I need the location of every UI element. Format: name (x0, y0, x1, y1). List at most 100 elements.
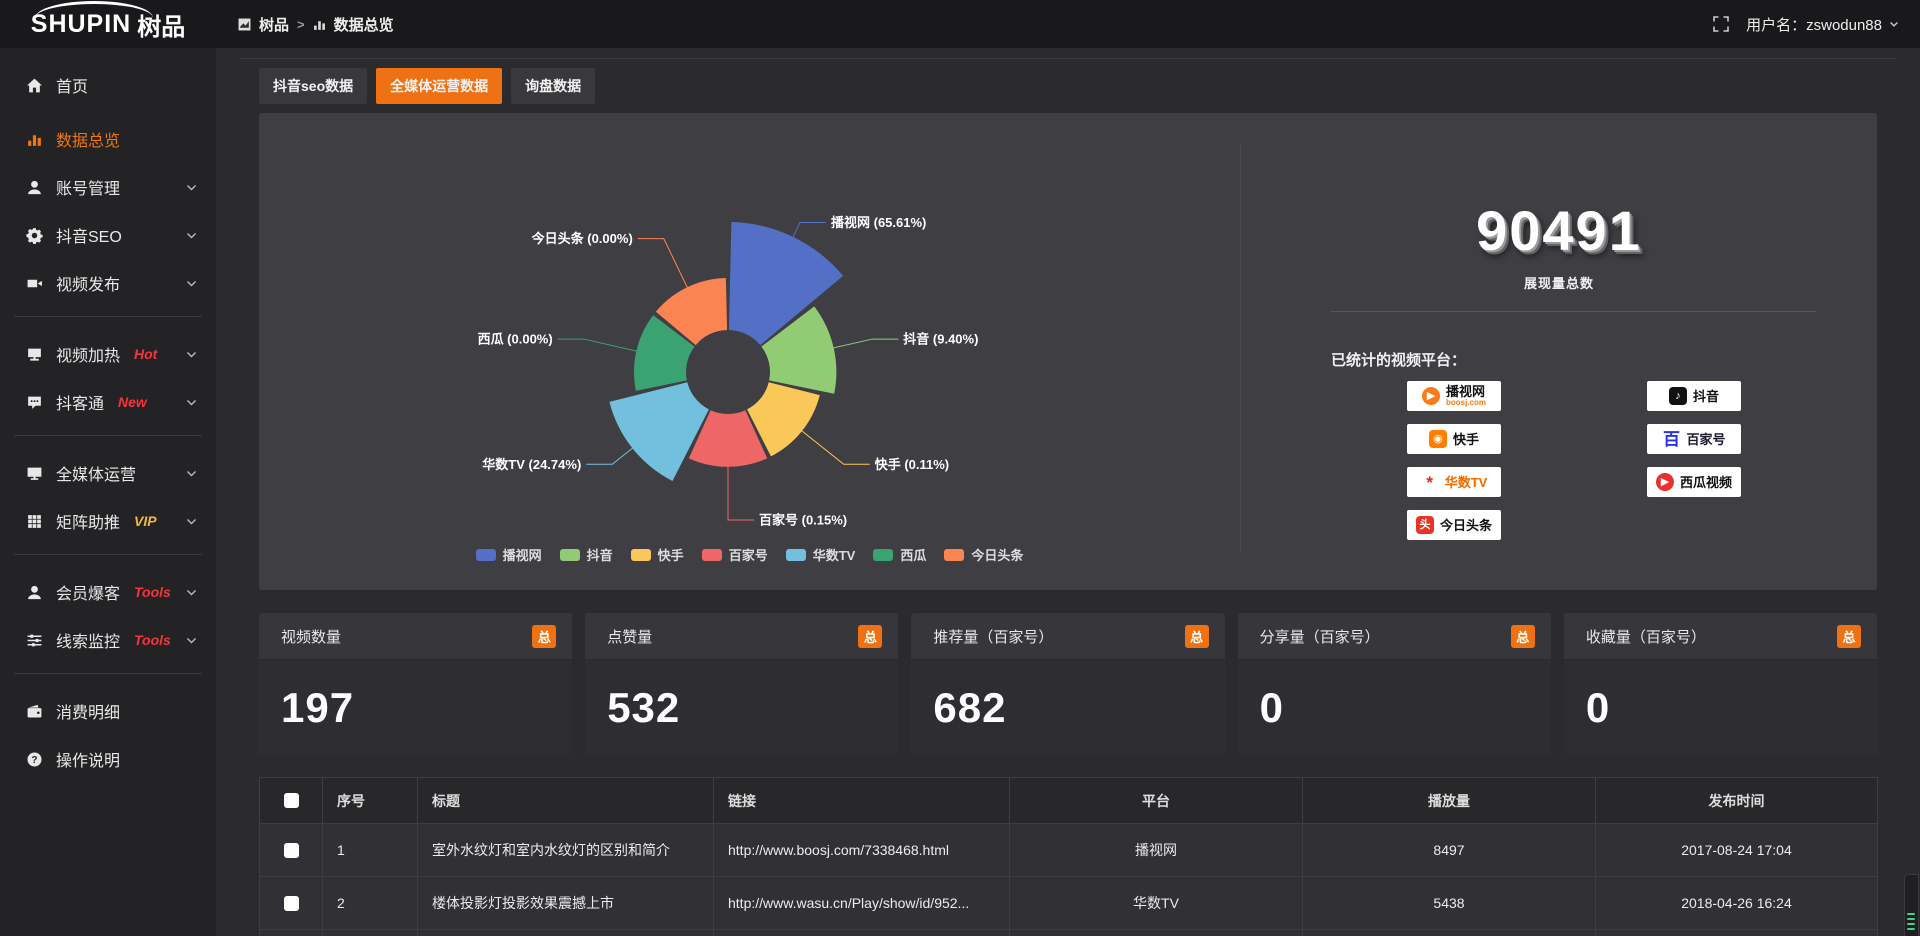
sidebar-item-member-burst[interactable]: 会员爆客Tools (0, 577, 216, 607)
breadcrumb-current[interactable]: 数据总览 (334, 14, 394, 35)
tab-omnimedia-data[interactable]: 全媒体运营数据 (376, 68, 502, 104)
sidebar-item-matrix-boost[interactable]: 矩阵助推VIP (0, 506, 216, 536)
platform-subtext: boosj.com (1446, 399, 1486, 407)
sidebar-item-clue-monitor[interactable]: 线索监控Tools (0, 625, 216, 655)
cell-url-link[interactable]: http://www.wasu.cn/Play/show/id/952... (714, 877, 1010, 930)
sidebar-item-label: 抖音SEO (56, 223, 122, 247)
legend-item-快手[interactable]: 快手 (631, 545, 684, 564)
platform-name: 快手 (1453, 433, 1479, 446)
legend-item-百家号[interactable]: 百家号 (702, 545, 768, 564)
stat-card-header: 推荐量（百家号）总 (911, 613, 1224, 660)
table-head: 序号标题链接平台播放量发布时间 (260, 778, 1878, 824)
legend-swatch (560, 549, 580, 561)
overview-panel: 播视网 (65.61%)抖音 (9.40%)快手 (0.11%)百家号 (0.1… (259, 113, 1877, 590)
sidebar-item-label: 抖客通 (56, 390, 104, 414)
tab-inquiry-data[interactable]: 询盘数据 (511, 68, 595, 104)
stat-card-0: 视频数量总197 (259, 613, 572, 755)
cell-seq: 2 (323, 877, 418, 930)
cell-platform: 播视网 (1010, 824, 1303, 877)
legend-label: 西瓜 (900, 545, 926, 564)
chevron-down-icon (1888, 18, 1900, 30)
sidebar-item-data-overview[interactable]: 数据总览 (0, 124, 216, 154)
boosj-icon: ▶ (1422, 387, 1440, 405)
legend-label: 抖音 (587, 545, 613, 564)
platform-badge-今日头条: 头今日头条 (1407, 510, 1501, 540)
person-icon (26, 584, 43, 601)
column-header-1: 标题 (418, 778, 714, 824)
column-header-3: 平台 (1010, 778, 1303, 824)
platform-badge-华数TV: *华数TV (1407, 467, 1501, 497)
cell-url-link[interactable]: http://www.boosj.com/7338468.html (714, 824, 1010, 877)
tab-douyin-seo-data[interactable]: 抖音seo数据 (259, 68, 367, 104)
stat-card-body: 682 (911, 660, 1224, 755)
stat-card-value: 682 (933, 684, 1006, 732)
wallet-icon (26, 703, 43, 720)
app-logo[interactable]: SHUPIN 树品 (0, 7, 216, 42)
rose-chart: 播视网 (65.61%)抖音 (9.40%)快手 (0.11%)百家号 (0.1… (259, 113, 1240, 590)
cell-title-link[interactable]: 楼体投影灯投影效果震撼上市 (418, 877, 714, 930)
sidebar-item-account-management[interactable]: 账号管理 (0, 172, 216, 202)
select-all-checkbox[interactable] (284, 793, 299, 808)
total-badge: 总 (1185, 625, 1209, 648)
floating-widget[interactable] (1904, 874, 1919, 936)
column-header-5: 发布时间 (1596, 778, 1878, 824)
stat-card-body: 532 (585, 660, 898, 755)
pie-slice-华数TV[interactable] (609, 382, 709, 481)
sidebar-item-operation-guide[interactable]: ?操作说明 (0, 744, 216, 774)
sidebar-item-home[interactable]: 首页 (0, 70, 216, 100)
legend-label: 百家号 (729, 545, 768, 564)
legend-item-华数TV[interactable]: 华数TV (786, 545, 856, 564)
sidebar-item-omnimedia-operation[interactable]: 全媒体运营 (0, 458, 216, 488)
legend-item-今日头条[interactable]: 今日头条 (944, 545, 1023, 564)
platform-badge-西瓜视频: ▶西瓜视频 (1647, 467, 1741, 497)
total-impressions-label: 展现量总数 (1241, 273, 1877, 292)
sidebar-item-badge: VIP (134, 513, 157, 529)
sidebar-item-douyin-seo[interactable]: 抖音SEO (0, 220, 216, 250)
legend-swatch (786, 549, 806, 561)
row-checkbox[interactable] (284, 843, 299, 858)
pie-label-line (638, 239, 691, 295)
breadcrumb-chart-icon (313, 18, 326, 31)
table-row-1: 1室外水纹灯和室内水纹灯的区别和简介http://www.boosj.com/7… (260, 824, 1878, 877)
sidebar-item-label: 数据总览 (56, 127, 120, 151)
fullscreen-icon[interactable] (1712, 15, 1730, 33)
cell-seq: 1 (323, 824, 418, 877)
legend-label: 今日头条 (971, 545, 1023, 564)
sidebar-divider (14, 554, 202, 555)
stat-card-body: 197 (259, 660, 572, 755)
breadcrumb-root[interactable]: 树品 (259, 14, 289, 35)
stat-card-title: 收藏量（百家号） (1586, 626, 1706, 647)
platform-name-wrap: 百家号 (1686, 433, 1725, 446)
sidebar-item-douketong[interactable]: 抖客通New (0, 387, 216, 417)
stat-card-3: 分享量（百家号）总0 (1238, 613, 1551, 755)
summary-divider (1331, 311, 1816, 312)
breadcrumb-root-icon (238, 18, 251, 31)
legend-item-西瓜[interactable]: 西瓜 (873, 545, 926, 564)
dashboard-page: SHUPIN 树品 树品 > 数据总览 用户名：zswodun88 首页数据总览… (0, 0, 1920, 936)
breadcrumb: 树品 > 数据总览 (238, 14, 394, 35)
stub-cell (418, 930, 714, 936)
home-icon (26, 77, 43, 94)
total-impressions-value: 90491 (1241, 198, 1877, 263)
sidebar-item-label: 线索监控 (56, 628, 120, 652)
sidebar-item-consumption-detail[interactable]: 消费明细 (0, 696, 216, 726)
total-badge: 总 (1837, 625, 1861, 648)
legend-item-抖音[interactable]: 抖音 (560, 545, 613, 564)
sidebar-divider (14, 673, 202, 674)
cell-title-link[interactable]: 室外水纹灯和室内水纹灯的区别和简介 (418, 824, 714, 877)
sidebar-item-video-heating[interactable]: 视频加热Hot (0, 339, 216, 369)
table-row-2: 2楼体投影灯投影效果震撼上市http://www.wasu.cn/Play/sh… (260, 877, 1878, 930)
monitor-icon (26, 465, 43, 482)
stat-card-2: 推荐量（百家号）总 682 (911, 613, 1224, 755)
pie-label: 快手 (0.11%) (875, 457, 949, 472)
sidebar-item-label: 会员爆客 (56, 580, 120, 604)
grid-icon (26, 513, 43, 530)
row-checkbox[interactable] (284, 896, 299, 911)
platform-name: 播视网 (1446, 385, 1485, 398)
stat-card-value: 0 (1260, 684, 1284, 732)
user-menu[interactable]: 用户名：zswodun88 (1746, 14, 1900, 35)
sidebar-item-video-publish[interactable]: 视频发布 (0, 268, 216, 298)
legend-label: 快手 (658, 545, 684, 564)
platforms-title: 已统计的视频平台： (1331, 349, 1466, 370)
legend-item-播视网[interactable]: 播视网 (476, 545, 542, 564)
